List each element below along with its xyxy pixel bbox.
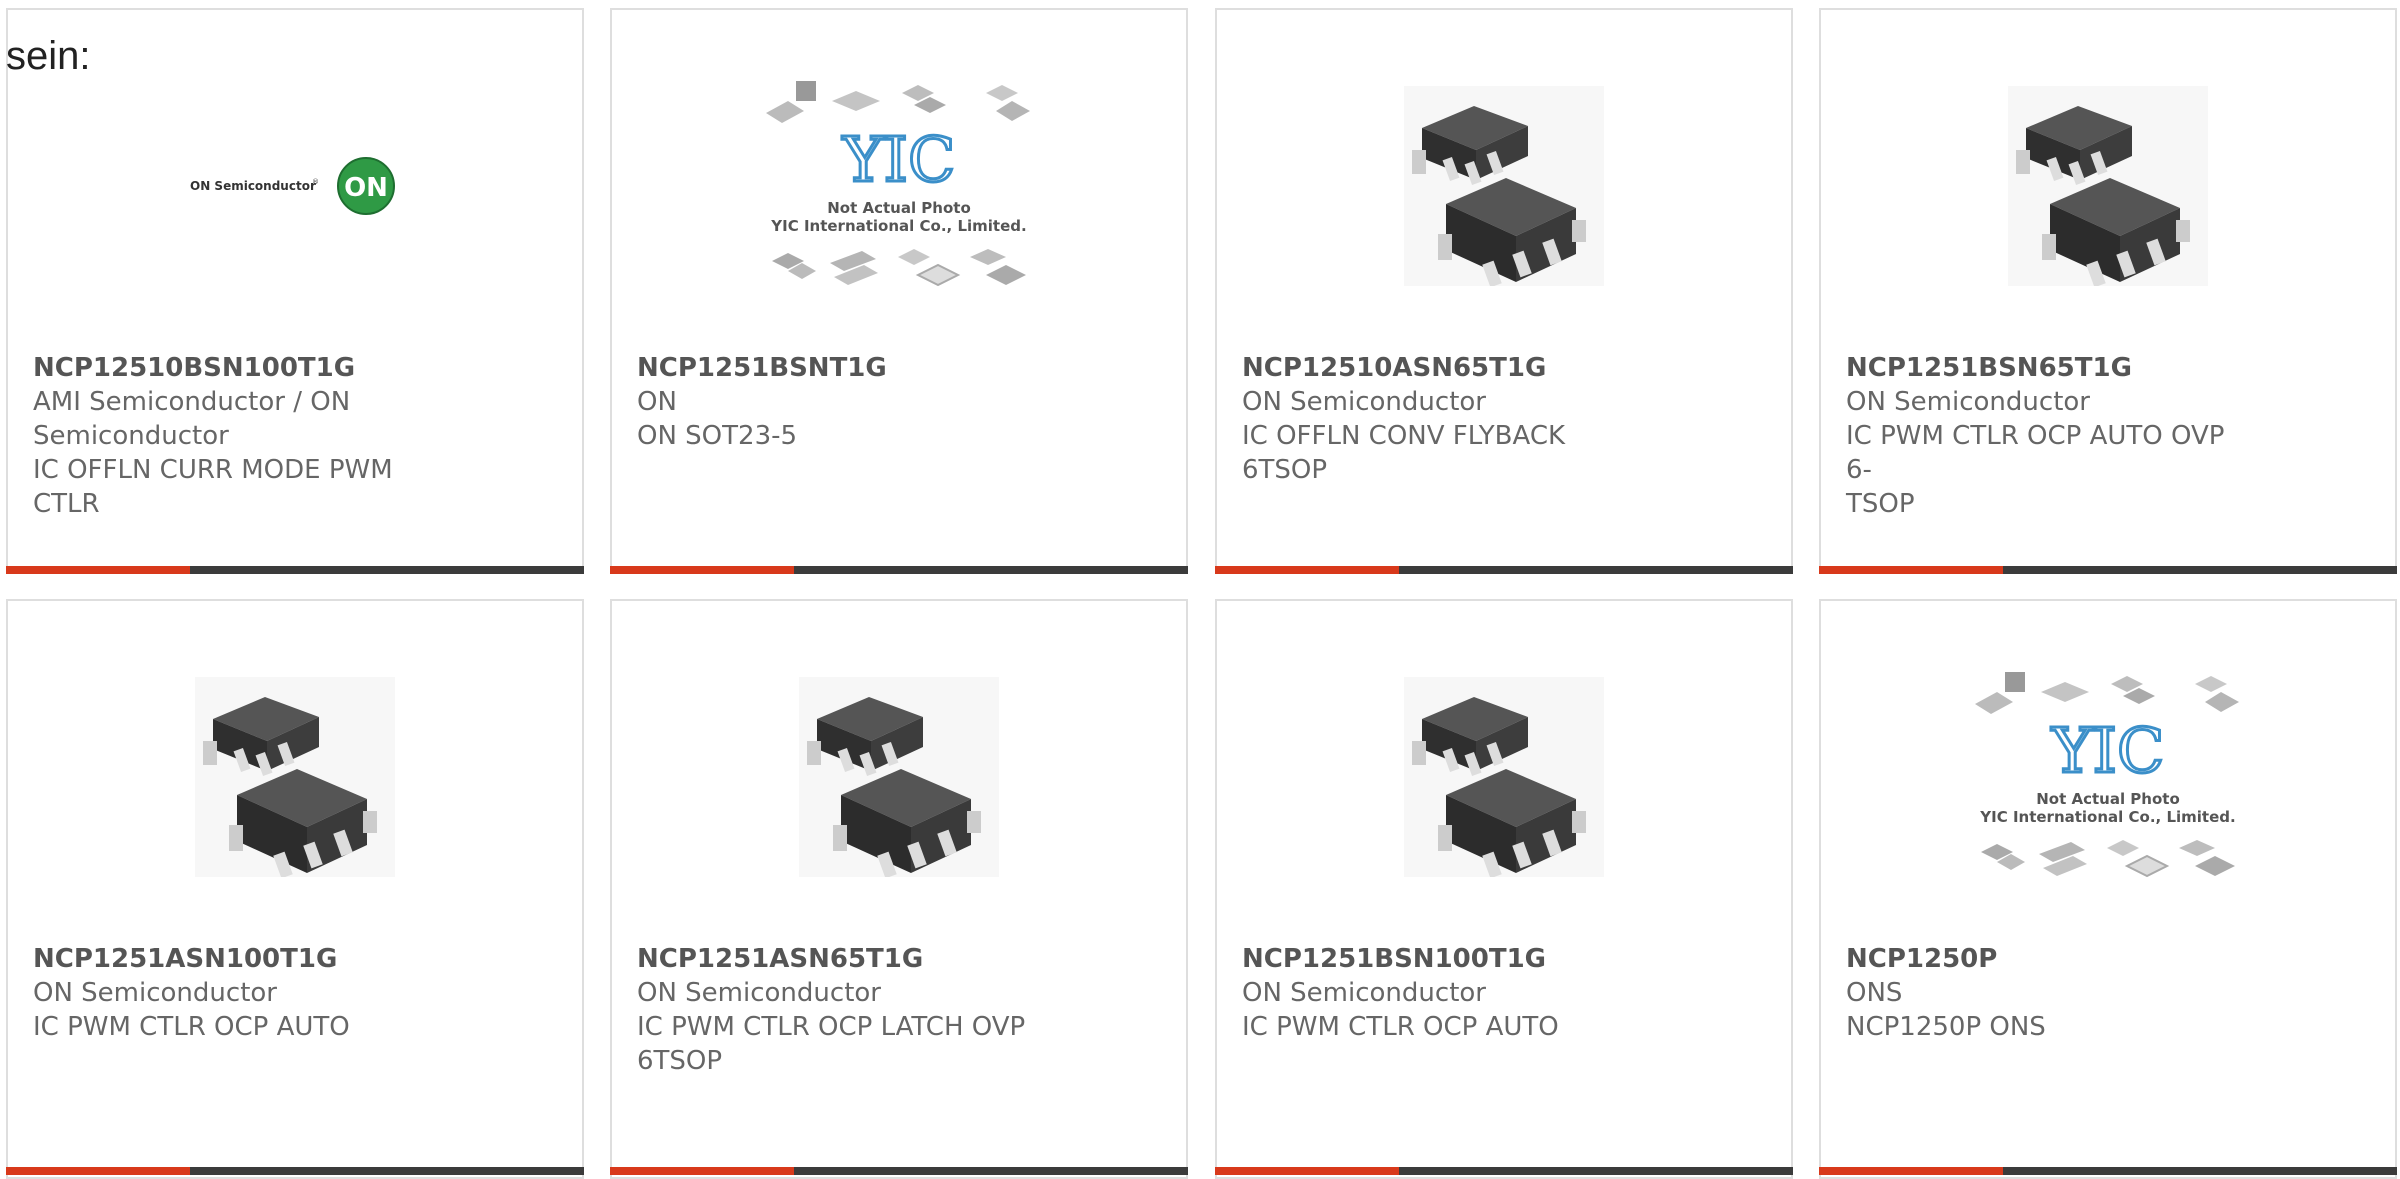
product-line-1: ON Semiconductor	[1242, 978, 1486, 1008]
product-image-yic	[612, 66, 1186, 306]
card-bar	[1819, 1167, 2397, 1175]
product-card[interactable]: NCP1251ASN100T1G ON Semiconductor IC PWM…	[6, 599, 584, 1179]
product-line-1: ON Semiconductor	[637, 978, 881, 1008]
product-image-tsop6	[612, 657, 1186, 897]
tsop6-chip-icon	[799, 677, 999, 877]
tsop6-chip-icon	[1404, 677, 1604, 877]
card-accent	[1215, 566, 1399, 574]
card-bar	[610, 566, 1188, 574]
product-line-2: IC PWM CTLR OCP LATCH OVP	[637, 1012, 1026, 1042]
product-line-1: ON	[637, 387, 677, 417]
card-bar	[1819, 566, 2397, 574]
product-card[interactable]: NCP12510ASN65T1G ON Semiconductor IC OFF…	[1215, 8, 1793, 574]
product-line-2: IC PWM CTLR OCP AUTO	[33, 1012, 350, 1042]
on-semiconductor-logo-icon	[190, 157, 395, 215]
product-line-2: IC PWM CTLR OCP AUTO	[1242, 1012, 1559, 1042]
part-number[interactable]: NCP1251BSN100T1G	[1242, 942, 1632, 976]
product-card[interactable]: NCP12510BSN100T1G AMI Semiconductor / ON…	[6, 8, 584, 574]
card-bar	[1215, 1167, 1793, 1175]
product-line-1: ON Semiconductor	[33, 978, 277, 1008]
product-image-on-semi-logo	[8, 66, 582, 306]
card-bar	[6, 566, 584, 574]
product-line-4: CTLR	[33, 489, 100, 519]
card-accent	[1819, 1167, 2003, 1175]
tsop6-chip-icon	[1404, 86, 1604, 286]
product-line-1: ON Semiconductor	[1846, 387, 2090, 417]
card-bar	[610, 1167, 1188, 1175]
product-line-2: IC OFFLN CONV FLYBACK 6TSOP	[1242, 421, 1566, 485]
tsop6-chip-icon	[195, 677, 395, 877]
part-number[interactable]: NCP12510BSN100T1G	[33, 351, 423, 385]
product-line-1: ON Semiconductor	[1242, 387, 1486, 417]
card-accent	[610, 1167, 794, 1175]
product-image-tsop6	[8, 657, 582, 897]
part-number[interactable]: NCP1251BSN65T1G	[1846, 351, 2236, 385]
yic-placeholder-icon	[1973, 670, 2241, 878]
product-image-yic	[1821, 657, 2395, 897]
product-line-2: ON SOT23-5	[637, 421, 798, 451]
product-line-2: IC PWM CTLR OCP AUTO OVP 6-	[1846, 421, 2225, 485]
product-image-tsop6	[1217, 66, 1791, 306]
product-line-2: Semiconductor	[33, 421, 229, 451]
card-bar	[1215, 566, 1793, 574]
product-line-1: AMI Semiconductor / ON	[33, 387, 351, 417]
part-number[interactable]: NCP1251BSNT1G	[637, 351, 1027, 385]
product-card[interactable]: NCP1250P ONS NCP1250P ONS	[1819, 599, 2397, 1179]
part-number[interactable]: NCP1251ASN100T1G	[33, 942, 423, 976]
product-line-3: 6TSOP	[637, 1046, 723, 1076]
product-image-tsop6	[1217, 657, 1791, 897]
product-image-tsop6	[1821, 66, 2395, 306]
card-bar	[6, 1167, 584, 1175]
product-card[interactable]: NCP1251BSNT1G ON ON SOT23-5	[610, 8, 1188, 574]
intro-text: sein:	[6, 34, 91, 78]
card-accent	[6, 566, 190, 574]
product-card[interactable]: NCP1251BSN65T1G ON Semiconductor IC PWM …	[1819, 8, 2397, 574]
product-line-3: IC OFFLN CURR MODE PWM	[33, 455, 393, 485]
part-number[interactable]: NCP1251ASN65T1G	[637, 942, 1027, 976]
card-accent	[1819, 566, 2003, 574]
card-accent	[6, 1167, 190, 1175]
product-line-1: ONS	[1846, 978, 1903, 1008]
product-card[interactable]: NCP1251BSN100T1G ON Semiconductor IC PWM…	[1215, 599, 1793, 1179]
yic-placeholder-icon	[764, 79, 1032, 287]
card-accent	[610, 566, 794, 574]
part-number[interactable]: NCP1250P	[1846, 942, 2236, 976]
product-line-3: TSOP	[1846, 489, 1915, 519]
card-accent	[1215, 1167, 1399, 1175]
product-card[interactable]: NCP1251ASN65T1G ON Semiconductor IC PWM …	[610, 599, 1188, 1179]
tsop6-chip-icon	[2008, 86, 2208, 286]
part-number[interactable]: NCP12510ASN65T1G	[1242, 351, 1632, 385]
product-line-2: NCP1250P ONS	[1846, 1012, 2046, 1042]
